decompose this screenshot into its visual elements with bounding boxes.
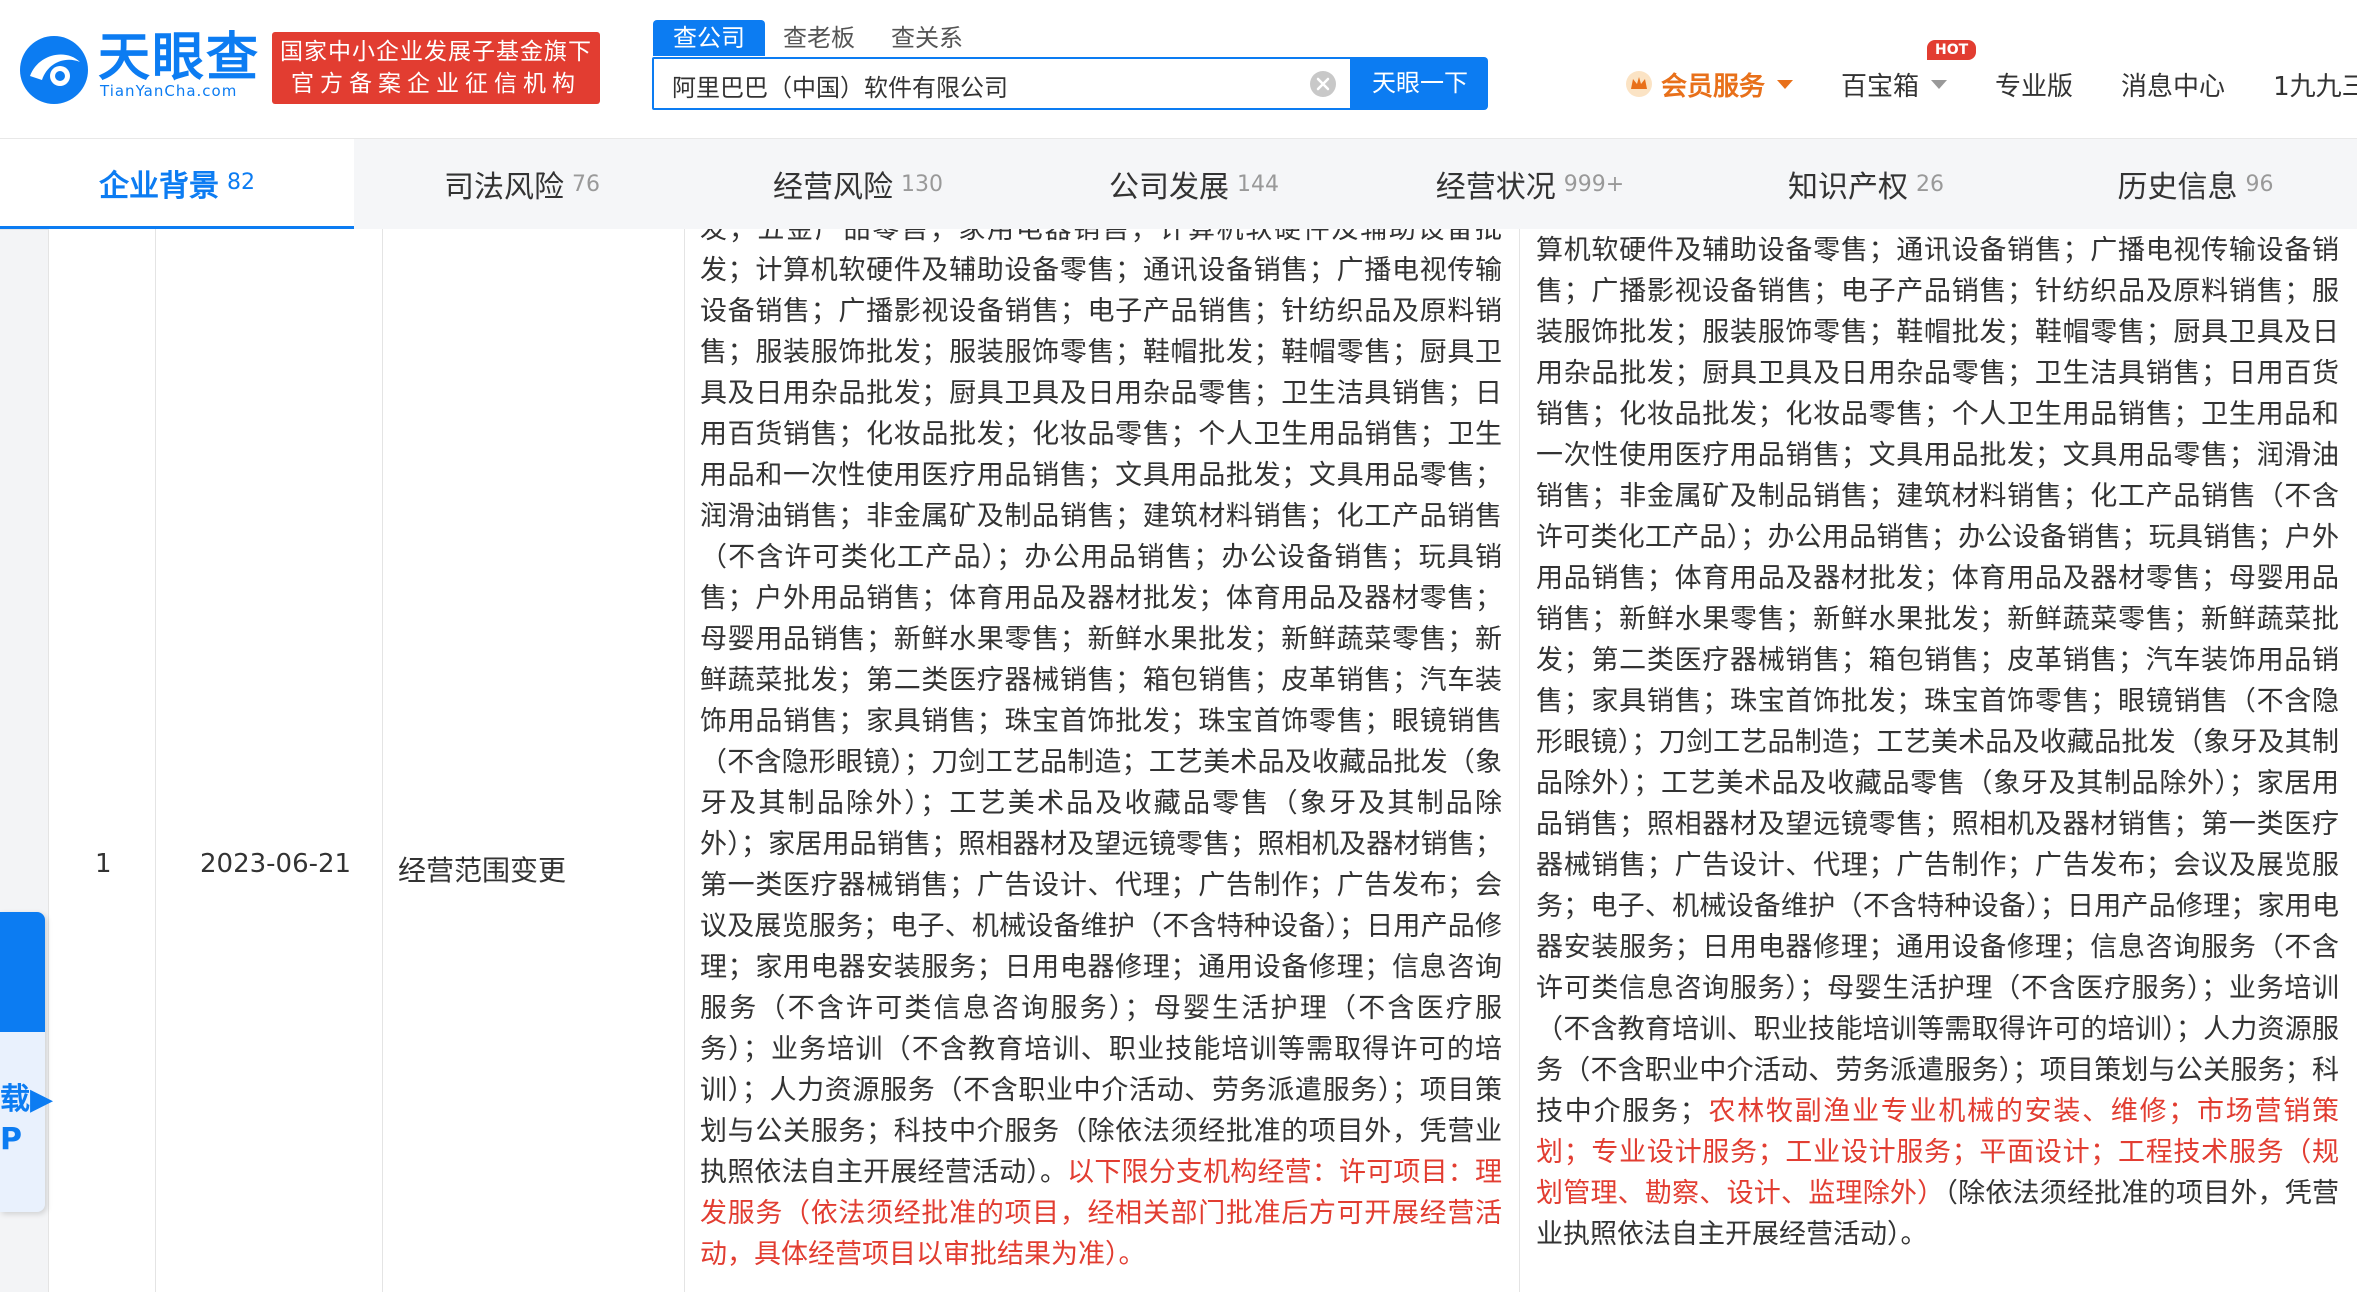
hot-badge: HOT — [1927, 40, 1977, 60]
search-input[interactable] — [670, 65, 1274, 105]
tab-label: 企业背景 — [99, 168, 219, 204]
badge-line-2: 官方备案企业征信机构 — [291, 71, 581, 97]
change-item: 经营范围变更 — [398, 854, 567, 887]
chevron-down-icon — [1777, 79, 1794, 89]
side-widget-label: 载▶ P — [0, 1082, 54, 1157]
tab-operating-status[interactable]: 经营状况 999+ — [1362, 139, 1698, 229]
tab-count: 76 — [572, 171, 600, 197]
search-box — [652, 57, 1352, 110]
chevron-down-icon — [1931, 79, 1948, 89]
message-center-link[interactable]: 消息中心 — [2121, 66, 2225, 103]
badge-line-1: 国家中小企业发展子基金旗下 — [280, 39, 592, 65]
top-header: 天眼查 TianYanCha.com 国家中小企业发展子基金旗下 官方备案企业征… — [0, 0, 2357, 139]
header-nav: 会员服务 百宝箱 专业版 消息中心 1九九三 — [1625, 62, 2357, 106]
toolbox-label: 百宝箱 — [1841, 71, 1920, 102]
row-index: 1 — [95, 849, 112, 879]
tab-count: 999+ — [1563, 171, 1625, 197]
clear-icon[interactable] — [1309, 70, 1337, 98]
user-account[interactable]: 1九九三 — [2273, 66, 2357, 103]
category-tabs: 企业背景 82 司法风险 76 经营风险 130 公司发展 144 经营状况 9… — [0, 139, 2357, 230]
change-date: 2023-06-21 — [200, 849, 352, 879]
tab-count: 144 — [1237, 171, 1279, 197]
tab-count: 96 — [2245, 171, 2274, 197]
tab-search-boss[interactable]: 查老板 — [765, 20, 873, 56]
content-before-change: 发；五金产品零售；家用电器销售；计算机软硬件及辅助设备批发；计算机软硬件及辅助设… — [700, 229, 1502, 1275]
tab-operating-risk[interactable]: 经营风险 130 — [690, 139, 1026, 229]
after-text: 五金产品零售；家用电器销售；计算机软硬件及辅助设备批发；计算机软硬件及辅助设备零… — [1536, 235, 2339, 1127]
tab-enterprise-background[interactable]: 企业背景 82 — [0, 139, 354, 229]
pro-version-link[interactable]: 专业版 — [1995, 66, 2073, 103]
tab-label: 知识产权 — [1788, 170, 1908, 205]
tab-history-info[interactable]: 历史信息 96 — [2034, 139, 2357, 229]
vip-service-menu[interactable]: 会员服务 — [1625, 66, 1794, 103]
toolbox-menu[interactable]: 百宝箱 — [1841, 66, 1948, 103]
download-app-widget[interactable]: 载▶ P — [0, 912, 53, 1212]
tab-label: 公司发展 — [1109, 170, 1229, 205]
tab-label: 经营状况 — [1435, 170, 1556, 205]
search-type-tabs: 查公司 查老板 查关系 — [653, 20, 981, 56]
official-badge: 国家中小企业发展子基金旗下 官方备案企业征信机构 — [272, 32, 600, 104]
tab-intellectual-property[interactable]: 知识产权 26 — [1698, 139, 2034, 229]
tab-search-company[interactable]: 查公司 — [653, 20, 765, 56]
brand-name[interactable]: 天眼查 — [98, 28, 260, 88]
tab-company-development[interactable]: 公司发展 144 — [1026, 139, 1362, 229]
before-text: 发；五金产品零售；家用电器销售；计算机软硬件及辅助设备批发；计算机软硬件及辅助设… — [700, 229, 1502, 1188]
tab-label: 经营风险 — [773, 170, 893, 205]
column-divider — [1519, 229, 1520, 1292]
brand-domain: TianYanCha.com — [100, 82, 238, 100]
column-divider — [155, 229, 156, 1292]
column-divider — [684, 229, 685, 1292]
tab-count: 130 — [901, 171, 943, 197]
content-after-change: 五金产品零售；家用电器销售；计算机软硬件及辅助设备批发；计算机软硬件及辅助设备零… — [1536, 229, 2339, 1255]
tab-count: 26 — [1916, 171, 1944, 197]
tab-label: 司法风险 — [444, 170, 564, 205]
tab-judicial-risk[interactable]: 司法风险 76 — [354, 139, 690, 229]
search-button[interactable]: 天眼一下 — [1352, 57, 1488, 110]
column-divider — [382, 229, 383, 1292]
tab-count: 82 — [227, 170, 255, 195]
qr-icon — [0, 912, 45, 1032]
crown-icon — [1626, 71, 1652, 97]
vip-service-label: 会员服务 — [1661, 71, 1766, 102]
tab-label: 历史信息 — [2117, 170, 2238, 205]
tab-search-relation[interactable]: 查关系 — [873, 20, 981, 56]
tianyancha-logo-icon[interactable] — [16, 32, 92, 108]
change-record-table: 1 2023-06-21 经营范围变更 发；五金产品零售；家用电器销售；计算机软… — [48, 229, 2357, 1292]
